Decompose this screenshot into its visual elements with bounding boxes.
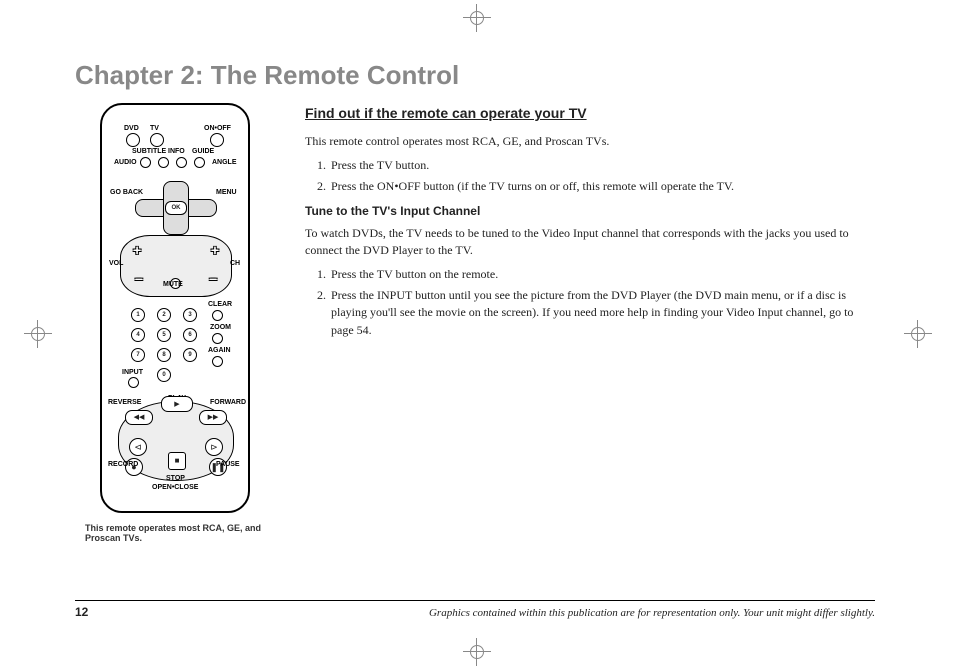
label-zoom: ZOOM bbox=[210, 324, 231, 331]
dvd-button bbox=[126, 133, 140, 147]
label-record: RECORD bbox=[108, 461, 138, 468]
crop-mark-right bbox=[904, 320, 932, 348]
figure-column: DVD TV ON•OFF SUBTITLE INFO GUIDE AUDIO … bbox=[75, 103, 275, 543]
label-angle: ANGLE bbox=[212, 159, 237, 166]
chapter-title: Chapter 2: The Remote Control bbox=[75, 60, 875, 91]
label-vol: VOL bbox=[109, 260, 123, 267]
forward-button: ▶▶ bbox=[199, 410, 227, 425]
figure-caption: This remote operates most RCA, GE, and P… bbox=[75, 523, 275, 543]
label-openclose: OPEN•CLOSE bbox=[152, 484, 198, 491]
label-subtitle: SUBTITLE bbox=[132, 148, 166, 155]
label-stop: STOP bbox=[166, 475, 185, 482]
step-1-1: Press the TV button. bbox=[329, 157, 875, 174]
label-mute: MUTE bbox=[163, 281, 183, 288]
audio-button bbox=[140, 157, 151, 168]
subsection-heading: Tune to the TV's Input Channel bbox=[305, 203, 875, 220]
crop-mark-bottom bbox=[463, 638, 491, 666]
input-button bbox=[128, 377, 139, 388]
subtitle-button bbox=[158, 157, 169, 168]
body-text: Find out if the remote can operate your … bbox=[305, 103, 875, 543]
steps-list-1: Press the TV button. Press the ON•OFF bu… bbox=[329, 157, 875, 196]
page-body: Chapter 2: The Remote Control DVD TV ON•… bbox=[75, 60, 875, 620]
label-dvd: DVD bbox=[124, 125, 139, 132]
intro-paragraph: This remote control operates most RCA, G… bbox=[305, 133, 875, 150]
section-heading: Find out if the remote can operate your … bbox=[305, 103, 875, 123]
zoom-button bbox=[212, 333, 223, 344]
clear-button bbox=[212, 310, 223, 321]
tv-button bbox=[150, 133, 164, 147]
two-column-layout: DVD TV ON•OFF SUBTITLE INFO GUIDE AUDIO … bbox=[75, 103, 875, 543]
skip-back-button: ⊲ bbox=[129, 438, 147, 456]
label-again: AGAIN bbox=[208, 347, 231, 354]
label-pause: PAUSE bbox=[216, 461, 240, 468]
steps-list-2: Press the TV button on the remote. Press… bbox=[329, 266, 875, 340]
stop-button: ■ bbox=[168, 452, 186, 470]
onoff-button bbox=[210, 133, 224, 147]
label-forward: FORWARD bbox=[210, 399, 246, 406]
transport-controls: ◀◀ ▶ ▶▶ ⊲ ⊳ ● ■ ❚❚ bbox=[118, 401, 234, 481]
ok-button: OK bbox=[165, 201, 187, 215]
label-clear: CLEAR bbox=[208, 301, 232, 308]
direction-pad: OK bbox=[135, 181, 215, 233]
label-reverse: REVERSE bbox=[108, 399, 141, 406]
label-guide: GUIDE bbox=[192, 148, 214, 155]
label-info: INFO bbox=[168, 148, 185, 155]
label-onoff: ON•OFF bbox=[204, 125, 231, 132]
label-input: INPUT bbox=[122, 369, 143, 376]
step-2-2: Press the INPUT button until you see the… bbox=[329, 287, 875, 339]
guide-button bbox=[194, 157, 205, 168]
play-button: ▶ bbox=[161, 396, 193, 412]
reverse-button: ◀◀ bbox=[125, 410, 153, 425]
page-footer: 12 Graphics contained within this public… bbox=[75, 600, 875, 619]
label-menu: MENU bbox=[216, 189, 237, 196]
label-ch: CH bbox=[230, 260, 240, 267]
crop-mark-top bbox=[463, 4, 491, 32]
label-audio: AUDIO bbox=[114, 159, 137, 166]
paragraph-2: To watch DVDs, the TV needs to be tuned … bbox=[305, 225, 875, 260]
step-2-1: Press the TV button on the remote. bbox=[329, 266, 875, 283]
remote-illustration: DVD TV ON•OFF SUBTITLE INFO GUIDE AUDIO … bbox=[100, 103, 250, 513]
label-tv: TV bbox=[150, 125, 159, 132]
page-number: 12 bbox=[75, 605, 88, 619]
again-button bbox=[212, 356, 223, 367]
crop-mark-left bbox=[24, 320, 52, 348]
footer-note: Graphics contained within this publicati… bbox=[429, 607, 875, 619]
skip-fwd-button: ⊳ bbox=[205, 438, 223, 456]
step-1-2: Press the ON•OFF button (if the TV turns… bbox=[329, 178, 875, 195]
info-button bbox=[176, 157, 187, 168]
